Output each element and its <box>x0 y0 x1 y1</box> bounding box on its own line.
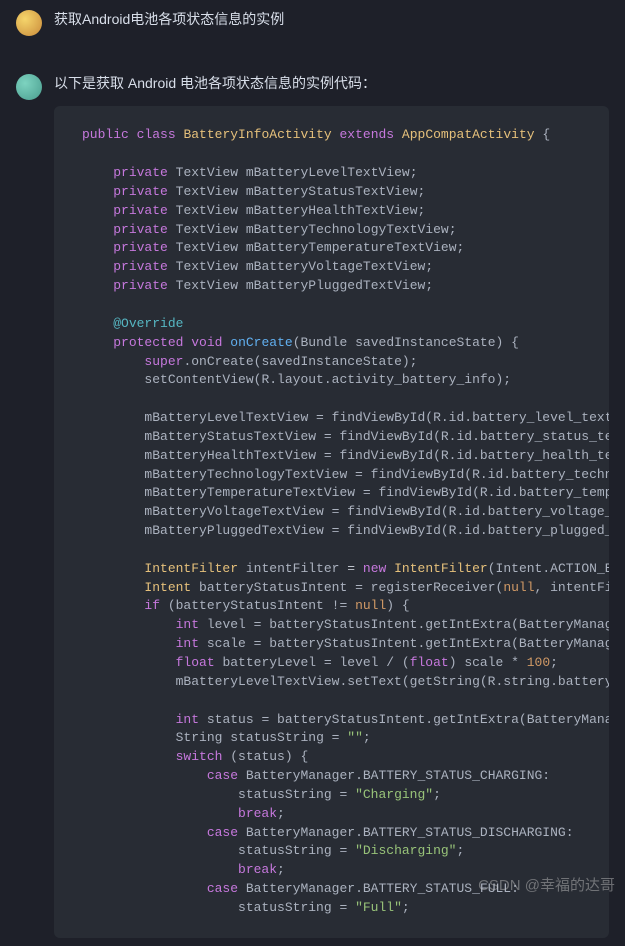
assistant-intro-text: 以下是获取 Android 电池各项状态信息的实例代码： <box>54 72 609 94</box>
watermark: CSDN @幸福的达哥 <box>478 874 615 895</box>
user-message-row: 获取Android电池各项状态信息的实例 <box>0 0 625 44</box>
user-avatar <box>16 10 42 36</box>
assistant-avatar <box>16 74 42 100</box>
code-block[interactable]: public class BatteryInfoActivity extends… <box>54 106 609 937</box>
user-message-text: 获取Android电池各项状态信息的实例 <box>54 8 284 36</box>
assistant-message-row: 以下是获取 Android 电池各项状态信息的实例代码： public clas… <box>0 64 625 946</box>
